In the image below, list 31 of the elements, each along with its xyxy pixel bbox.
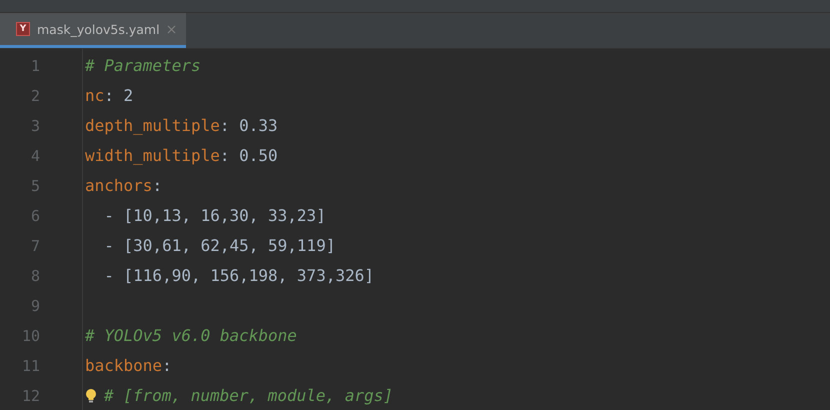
yaml-value: - [116,90, 156,198, 373,326] — [103, 265, 374, 287]
line-number: 9 — [30, 296, 40, 317]
yaml-value: : — [152, 175, 162, 197]
line-number: 4 — [30, 146, 40, 167]
yaml-value: - [30,61, 62,45, 59,119] — [103, 235, 336, 257]
code-comment: # Parameters — [85, 55, 201, 77]
line-number: 12 — [20, 386, 40, 407]
yaml-value: : 0.50 — [220, 145, 278, 167]
line-number: 2 — [30, 86, 40, 107]
yaml-key: width_multiple — [85, 141, 220, 171]
line-number: 7 — [30, 236, 40, 257]
code-comment: # [from, number, module, args] — [104, 385, 393, 407]
line-number: 5 — [30, 176, 40, 197]
yaml-value: : 0.33 — [220, 115, 278, 137]
yaml-key: depth_multiple — [85, 111, 220, 141]
line-number: 10 — [20, 326, 40, 347]
yaml-key: nc — [85, 81, 104, 111]
lightbulb-icon[interactable] — [85, 388, 97, 404]
yaml-key: backbone — [85, 351, 162, 381]
line-number: 11 — [20, 356, 40, 377]
yaml-file-icon: Y — [16, 22, 30, 36]
yaml-value: - [10,13, 16,30, 33,23] — [103, 205, 326, 227]
editor-tab[interactable]: Y mask_yolov5s.yaml — [0, 13, 186, 48]
yaml-key: anchors — [85, 171, 152, 201]
line-number: 3 — [30, 116, 40, 137]
line-number: 1 — [30, 56, 40, 77]
line-number: 6 — [30, 206, 40, 227]
line-number: 8 — [30, 266, 40, 287]
code-comment: # YOLOv5 v6.0 backbone — [85, 325, 297, 347]
yaml-value: : — [162, 355, 172, 377]
yaml-value: : 2 — [104, 85, 134, 107]
